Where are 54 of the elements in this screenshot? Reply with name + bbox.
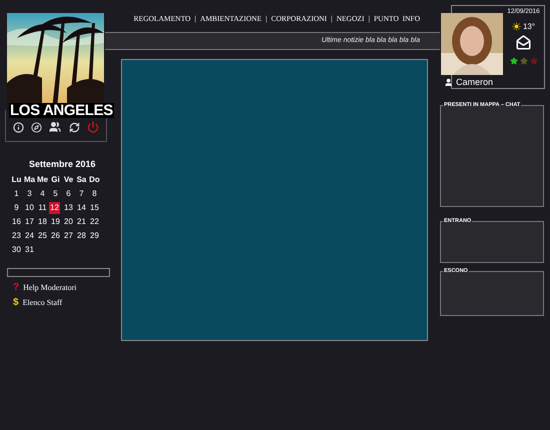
calendar-day[interactable]: 6 (62, 188, 75, 200)
mail-icon[interactable] (516, 34, 531, 50)
calendar-day[interactable]: 9 (10, 202, 23, 214)
username: Cameron (456, 76, 494, 89)
weekday-label: Do (88, 174, 101, 186)
users-icon[interactable] (49, 121, 62, 133)
sidebar-link[interactable]: Help Moderatori (23, 282, 77, 294)
calendar-day[interactable]: 5 (49, 188, 62, 200)
sun-icon (512, 22, 521, 32)
power-icon[interactable] (87, 121, 100, 133)
calendar-day[interactable]: 20 (62, 216, 75, 228)
calendar-day[interactable]: 16 (10, 216, 23, 228)
calendar-title: Settembre 2016 (29, 158, 96, 171)
user-icon (444, 78, 453, 88)
sidebar-link[interactable]: Elenco Staff (22, 296, 62, 308)
city-title: LOS ANGELES (9, 103, 114, 118)
info-icon[interactable] (12, 122, 24, 133)
calendar-day[interactable]: 18 (36, 216, 49, 228)
calendar-day[interactable]: 10 (23, 202, 36, 214)
link-icon: ? (13, 282, 20, 292)
calendar-day[interactable]: 1 (10, 188, 23, 200)
weekday-label: Lu (10, 174, 22, 186)
weekday-label: Gi (50, 174, 61, 186)
calendar-day[interactable]: 12 (49, 202, 60, 214)
input-field[interactable] (7, 268, 110, 276)
calendar-day[interactable]: 31 (23, 244, 36, 256)
calendar-day[interactable]: 28 (75, 230, 88, 242)
calendar-day[interactable]: 24 (23, 230, 36, 242)
calendar-day[interactable]: 23 (10, 230, 23, 242)
calendar-day[interactable]: 3 (23, 188, 36, 200)
weekday-label: Ma (23, 174, 36, 186)
calendar-day[interactable]: 19 (49, 216, 62, 228)
calendar-day[interactable]: 13 (62, 202, 75, 214)
calendar-day[interactable]: 4 (36, 188, 49, 200)
calendar-day[interactable]: 30 (10, 244, 23, 256)
calendar-day[interactable]: 27 (62, 230, 75, 242)
temperature-label: 13° (522, 20, 536, 33)
compass-icon[interactable] (31, 122, 42, 133)
weekday-label: Sa (76, 174, 88, 186)
link-icon: $ (13, 298, 19, 308)
calendar-day[interactable]: 26 (49, 230, 62, 242)
calendar-day[interactable]: 7 (75, 188, 88, 200)
weekday-label: Me (36, 174, 49, 186)
calendar-day[interactable]: 11 (36, 202, 49, 214)
weekday-label: Ve (62, 174, 74, 186)
calendar-day[interactable]: 21 (75, 216, 88, 228)
calendar-day[interactable]: 15 (88, 202, 101, 214)
calendar-day[interactable]: 8 (88, 188, 101, 200)
calendar-day[interactable]: 22 (88, 216, 101, 228)
calendar-day[interactable]: 17 (23, 216, 36, 228)
refresh-icon[interactable] (68, 122, 80, 133)
calendar-day[interactable]: 29 (88, 230, 101, 242)
calendar-day[interactable]: 14 (75, 202, 88, 214)
calendar-day[interactable]: 25 (36, 230, 49, 242)
